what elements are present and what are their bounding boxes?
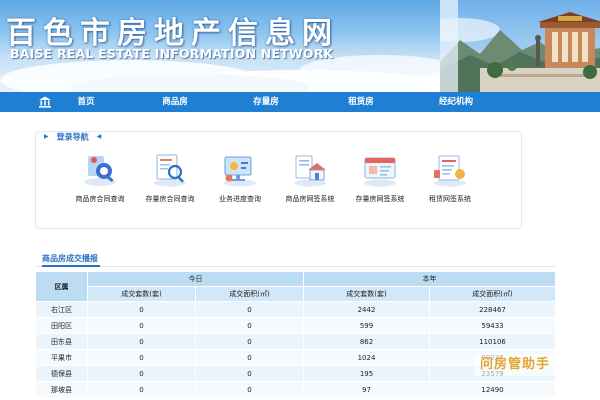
guide-item-new-house-signing[interactable]: 商品房网签系统 [275,152,345,218]
cell-year-count: 97 [303,381,430,398]
cell-today-count: 0 [87,301,196,318]
cell-year-count: 1024 [303,349,430,366]
cell-today-area: 0 [195,349,304,366]
active-tab-underline [42,265,100,267]
guide-item-existing-house-signing[interactable]: 存量房网签系统 [345,152,415,218]
login-guide-heading: ▶ 登录导航 ◀ [44,131,101,143]
table-row: 田阳区 0 0 599 59433 [35,317,555,334]
progress-search-icon [224,156,256,187]
rental-sign-icon [434,155,466,187]
nav-item-new-houses[interactable]: 商品房 [150,92,200,112]
column-header-district: 区属 [35,271,88,302]
table-row: 右江区 0 0 2442 228467 [35,301,555,318]
cell-today-count: 0 [87,365,196,382]
cell-today-area: 0 [195,301,304,318]
assistant-watermark[interactable]: 问房管助手 [474,354,557,376]
guide-item-rental-signing[interactable]: 租赁网签系统 [415,152,485,218]
cell-district: 平果市 [35,349,88,366]
table-row: 田东县 0 0 862 110106 [35,333,555,350]
document-search-icon [154,154,186,187]
carousel-dots [268,74,292,80]
guide-item-existing-house-contract[interactable]: 存量房合同查询 [135,152,205,218]
cell-year-count: 599 [303,317,430,334]
new-house-sign-icon [294,155,326,187]
transaction-table: 区属 今日 本年 成交套数(套) 成交面积(㎡) 成交套数(套) 成交面积(㎡)… [35,271,555,398]
guide-item-label: 存量房网签系统 [355,195,405,203]
guide-item-progress-query[interactable]: 业务进度查询 [205,152,275,218]
column-header-year-area: 成交面积(㎡) [429,286,555,302]
nav-item-agencies[interactable]: 经纪机构 [426,92,486,112]
page: 百色市房地产信息网 BAISE REAL ESTATE INFORMATION … [0,0,600,400]
guide-item-new-house-contract[interactable]: 商品房合同查询 [65,152,135,218]
cell-district: 田东县 [35,333,88,350]
cell-today-count: 0 [87,317,196,334]
cell-today-count: 0 [87,333,196,350]
cell-year-area: 110106 [429,333,555,350]
guide-item-label: 商品房网签系统 [285,195,335,203]
triangle-right-icon: ▶ [44,133,49,140]
cell-year-area: 228467 [429,301,555,318]
guide-item-label: 业务进度查询 [219,195,261,203]
column-header-year-count: 成交套数(套) [303,286,430,302]
cell-today-area: 0 [195,365,304,382]
cell-today-area: 0 [195,333,304,350]
cell-district: 田阳区 [35,317,88,334]
column-header-today-count: 成交套数(套) [87,286,196,302]
cell-today-count: 0 [87,381,196,398]
carousel-dot-active[interactable] [281,74,286,79]
stats-divider [35,266,555,267]
tab-new-house-transactions[interactable]: 商品房成交播报 [42,253,98,264]
nav-item-existing-houses[interactable]: 存量房 [241,92,291,112]
existing-house-sign-icon [364,157,396,187]
cell-year-count: 862 [303,333,430,350]
cell-year-area: 12490 [429,381,555,398]
triangle-left-icon: ◀ [96,133,102,140]
login-guide-title: 登录导航 [56,132,89,142]
login-guide-panel: ▶ 登录导航 ◀ 商品房合同查询 存量房合同查询 业务进度查询 商品房网签系统 … [35,131,522,229]
guide-item-label: 商品房合同查询 [75,195,125,203]
column-group-year: 本年 [303,271,555,287]
cell-today-area: 0 [195,317,304,334]
cell-district: 右江区 [35,301,88,318]
site-subtitle: BAISE REAL ESTATE INFORMATION NETWORK [10,46,334,61]
cell-year-area: 59433 [429,317,555,334]
cell-year-count: 195 [303,365,430,382]
carousel-dot[interactable] [271,74,276,79]
nav-item-home[interactable]: 首页 [68,92,104,112]
guide-item-label: 存量房合同查询 [145,195,195,203]
nav-item-rental-houses[interactable]: 租赁房 [336,92,386,112]
cell-today-count: 0 [87,349,196,366]
cell-today-area: 0 [195,381,304,398]
column-header-today-area: 成交面积(㎡) [195,286,304,302]
memorial-building-photo [440,0,600,92]
transaction-table-wrapper: 区属 今日 本年 成交套数(套) 成交面积(㎡) 成交套数(套) 成交面积(㎡)… [35,271,555,400]
cell-year-count: 2442 [303,301,430,318]
guide-item-label: 租赁网签系统 [429,195,471,203]
bank-building-icon[interactable] [38,95,52,109]
contract-query-icon [84,156,116,186]
table-row: 那坡县 0 0 97 12490 [35,381,555,398]
header-banner: 百色市房地产信息网 BAISE REAL ESTATE INFORMATION … [0,0,600,92]
cell-district: 那坡县 [35,381,88,398]
main-nav: 首页 商品房 存量房 租赁房 经纪机构 [0,92,600,112]
cell-district: 德保县 [35,365,88,382]
column-group-today: 今日 [87,271,304,287]
